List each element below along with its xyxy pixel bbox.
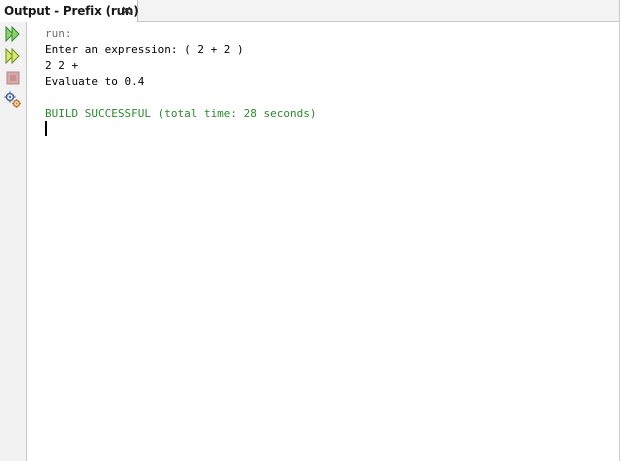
rerun-with-options-icon — [4, 47, 22, 65]
output-window: Output - Prefix (run) run: Enter an expr… — [0, 0, 620, 461]
stop-icon — [5, 70, 21, 86]
rerun-with-options-button[interactable] — [3, 46, 23, 66]
output-line-build-status: BUILD SUCCESSFUL (total time: 28 seconds… — [45, 107, 317, 120]
output-line-run: run: — [45, 27, 72, 40]
rerun-icon — [4, 25, 22, 43]
output-line-prompt: Enter an expression: ( 2 + 2 ) — [45, 43, 244, 56]
text-caret — [45, 121, 47, 136]
tab-bar: Output - Prefix (run) — [0, 0, 620, 22]
tab-label: Output - Prefix (run) — [4, 4, 139, 18]
output-console[interactable]: run: Enter an expression: ( 2 + 2 ) 2 2 … — [27, 22, 620, 461]
tab-output-prefix-run[interactable]: Output - Prefix (run) — [0, 0, 139, 22]
close-icon[interactable] — [120, 4, 133, 17]
output-line-postfix: 2 2 + — [45, 59, 79, 72]
stop-button[interactable] — [3, 68, 23, 88]
rerun-button[interactable] — [3, 24, 23, 44]
settings-button[interactable] — [3, 90, 23, 110]
output-toolbar — [0, 22, 27, 461]
output-line-result: Evaluate to 0.4 — [45, 75, 145, 88]
settings-icon — [4, 91, 22, 109]
